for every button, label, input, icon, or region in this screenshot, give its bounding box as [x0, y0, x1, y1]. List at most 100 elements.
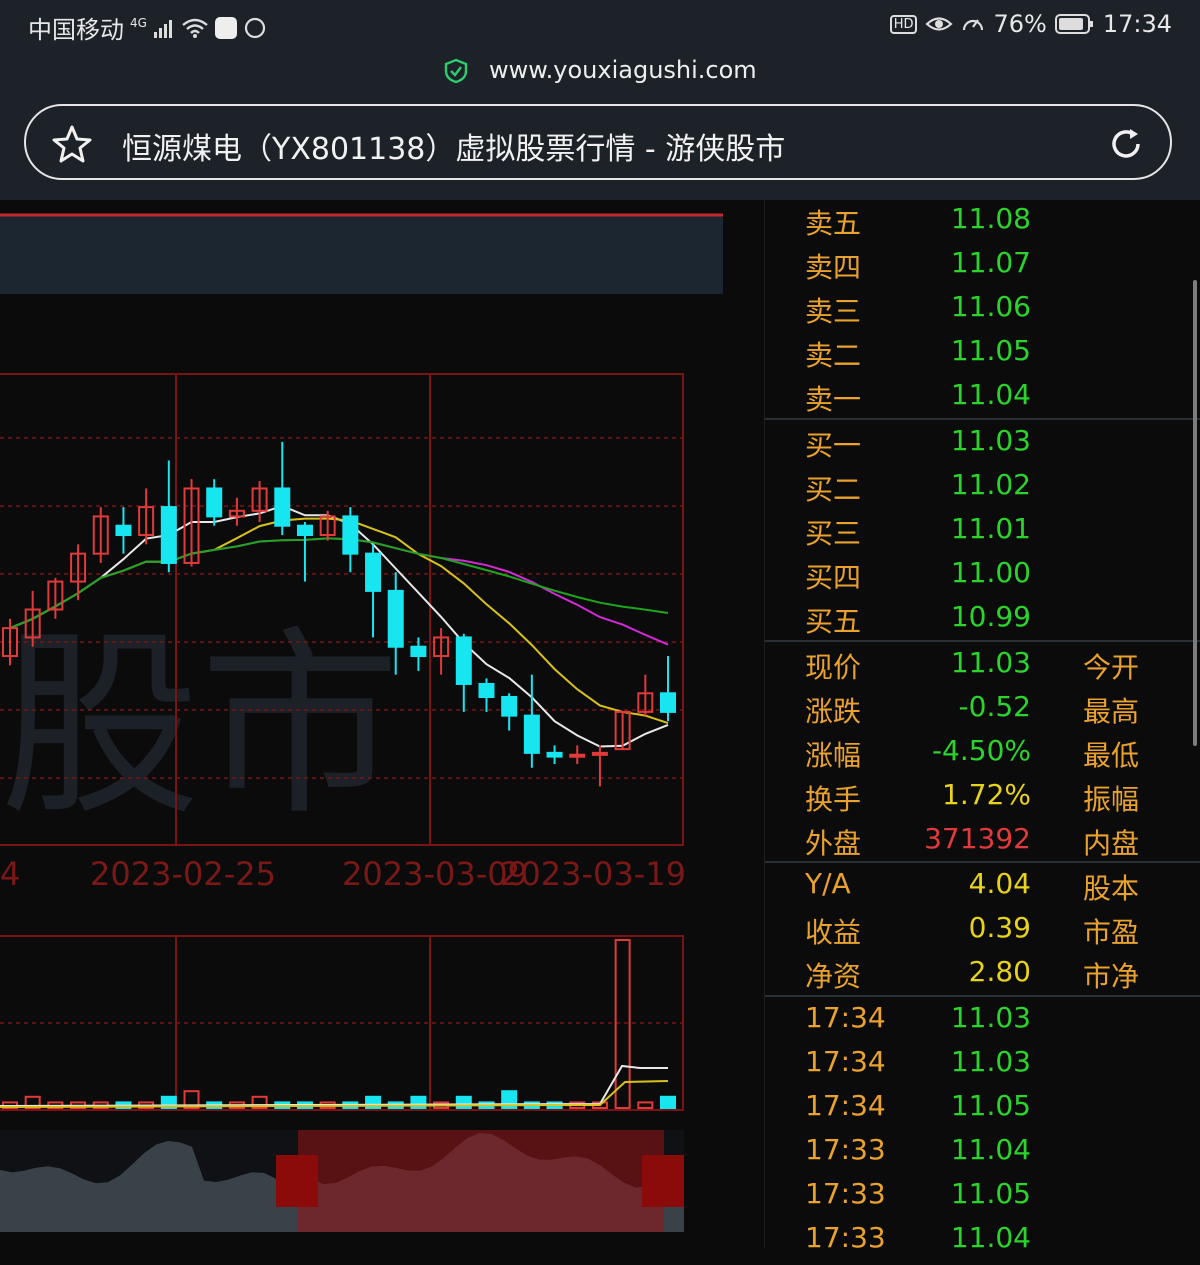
bid-row: 买一 11.03: [765, 424, 1200, 468]
candle-body: [365, 552, 382, 592]
divider: [765, 995, 1200, 997]
row-value: 11.03: [950, 1001, 1031, 1034]
row-value: 11.01: [950, 512, 1031, 545]
stat-row: 外盘 371392 内盘: [765, 822, 1200, 866]
overview-chart: [0, 1130, 684, 1232]
row-label: 卖三: [805, 295, 862, 328]
ask-row: 卖二 11.05: [765, 334, 1200, 378]
candle-body: [160, 506, 177, 564]
row-label: 17:34: [805, 1089, 886, 1122]
tick-row: 17:34 11.03: [765, 1045, 1200, 1089]
row-value: 11.03: [950, 1045, 1031, 1078]
row-value: -4.50%: [931, 734, 1031, 767]
candle-body: [274, 487, 291, 527]
stat-row: 现价 11.03 今开: [765, 646, 1200, 690]
row-label-secondary: 内盘: [1083, 827, 1140, 860]
row-value: 2.80: [968, 955, 1031, 988]
candle-body: [660, 692, 676, 713]
fin-row: Y/A 4.04 股本: [765, 867, 1200, 911]
watermark: 股市: [0, 610, 400, 843]
row-value: 11.04: [950, 378, 1031, 411]
fin-row: 收益 0.39 市盈: [765, 911, 1200, 955]
row-label: 现价: [805, 651, 862, 684]
app-icon: [214, 16, 237, 39]
bid-row: 买三 11.01: [765, 512, 1200, 556]
scrollbar[interactable]: [1193, 280, 1197, 746]
candle-body: [546, 751, 563, 758]
network-type: 4G: [130, 15, 147, 30]
row-value: 11.07: [950, 246, 1031, 279]
row-value: 11.03: [950, 646, 1031, 679]
row-label-secondary: 振幅: [1083, 783, 1140, 816]
date-label: 2023-02-25: [90, 855, 276, 893]
row-value: 10.99: [950, 600, 1031, 633]
eye-icon: [925, 17, 954, 31]
bid-row: 买二 11.02: [765, 468, 1200, 512]
row-label: 买二: [805, 473, 862, 506]
candlestick-chart[interactable]: 股市 4 2023-02-25 2023-03-092023-03-19: [0, 200, 764, 1248]
row-label: 买五: [805, 605, 862, 638]
row-value: 11.04: [950, 1221, 1031, 1254]
row-label-secondary: 市盈: [1083, 916, 1140, 949]
quote-panel: 卖五 11.08 卖四 11.07 卖三 11.06 卖二 11.05 卖一 11.04 买一 11…: [764, 200, 1200, 1254]
row-label: 买四: [805, 561, 862, 594]
row-label-secondary: 最低: [1083, 739, 1140, 772]
fin-row: 净资 2.80 市净: [765, 955, 1200, 999]
row-value: 11.02: [950, 468, 1031, 501]
row-label: 17:33: [805, 1177, 886, 1210]
domain-text[interactable]: www.youxiagushi.com: [489, 56, 757, 84]
date-label: 2023-03-19: [500, 855, 686, 893]
tick-row: 17:34 11.05: [765, 1089, 1200, 1133]
row-value: 11.05: [950, 334, 1031, 367]
candle-body: [206, 487, 223, 518]
row-value: 1.72%: [942, 778, 1031, 811]
row-value: 4.04: [968, 867, 1031, 900]
stat-row: 涨幅 -4.50% 最低: [765, 734, 1200, 778]
wifi-icon: [182, 18, 208, 38]
secure-shield-icon: [445, 58, 468, 84]
browser-bar: www.youxiagushi.com 恒源煤电（YX801138）虚拟股票行情…: [0, 50, 1200, 200]
reload-icon[interactable]: [1106, 124, 1146, 164]
row-label: 17:33: [805, 1133, 886, 1166]
star-icon[interactable]: [52, 124, 92, 164]
candle-body: [569, 753, 586, 758]
row-value: 11.03: [950, 424, 1031, 457]
ask-row: 卖四 11.07: [765, 246, 1200, 290]
speed-icon: [963, 19, 984, 31]
candle-body: [115, 524, 132, 537]
tick-row: 17:33 11.04: [765, 1221, 1200, 1265]
chart-header-band: [0, 214, 723, 294]
row-value: 11.05: [950, 1089, 1031, 1122]
candle-body: [523, 714, 540, 754]
row-label: 卖五: [805, 207, 862, 240]
row-value: 0.39: [968, 911, 1031, 944]
bid-row: 买五 10.99: [765, 600, 1200, 644]
row-label: 净资: [805, 960, 862, 993]
row-label: 卖四: [805, 251, 862, 284]
row-value: -0.52: [958, 690, 1031, 723]
status-bar: 中国移动 4G HD 76% 17:34: [0, 0, 1200, 50]
volume-frame: [0, 935, 684, 1111]
row-label: 收益: [805, 916, 862, 949]
page-title: 恒源煤电（YX801138）虚拟股票行情 - 游侠股市: [122, 132, 786, 167]
stat-row: 涨跌 -0.52 最高: [765, 690, 1200, 734]
ask-row: 卖一 11.04: [765, 378, 1200, 422]
row-label: Y/A: [805, 867, 851, 900]
row-label: 17:34: [805, 1001, 886, 1034]
row-value: 11.08: [950, 202, 1031, 235]
loading-icon: [244, 17, 266, 38]
row-value: 11.05: [950, 1177, 1031, 1210]
tick-row: 17:33 11.04: [765, 1133, 1200, 1177]
divider: [765, 640, 1200, 642]
stat-row: 换手 1.72% 振幅: [765, 778, 1200, 822]
domain-row: www.youxiagushi.com: [0, 56, 1200, 84]
candle-body: [591, 751, 608, 756]
candle-body: [296, 524, 313, 537]
row-value: 11.06: [950, 290, 1031, 323]
address-bar[interactable]: 恒源煤电（YX801138）虚拟股票行情 - 游侠股市: [24, 104, 1172, 180]
row-label: 买三: [805, 517, 862, 550]
volume-chart: [0, 935, 684, 1111]
candle-body: [387, 589, 404, 648]
row-label: 卖一: [805, 383, 862, 416]
carrier-name: 中国移动: [28, 16, 124, 44]
